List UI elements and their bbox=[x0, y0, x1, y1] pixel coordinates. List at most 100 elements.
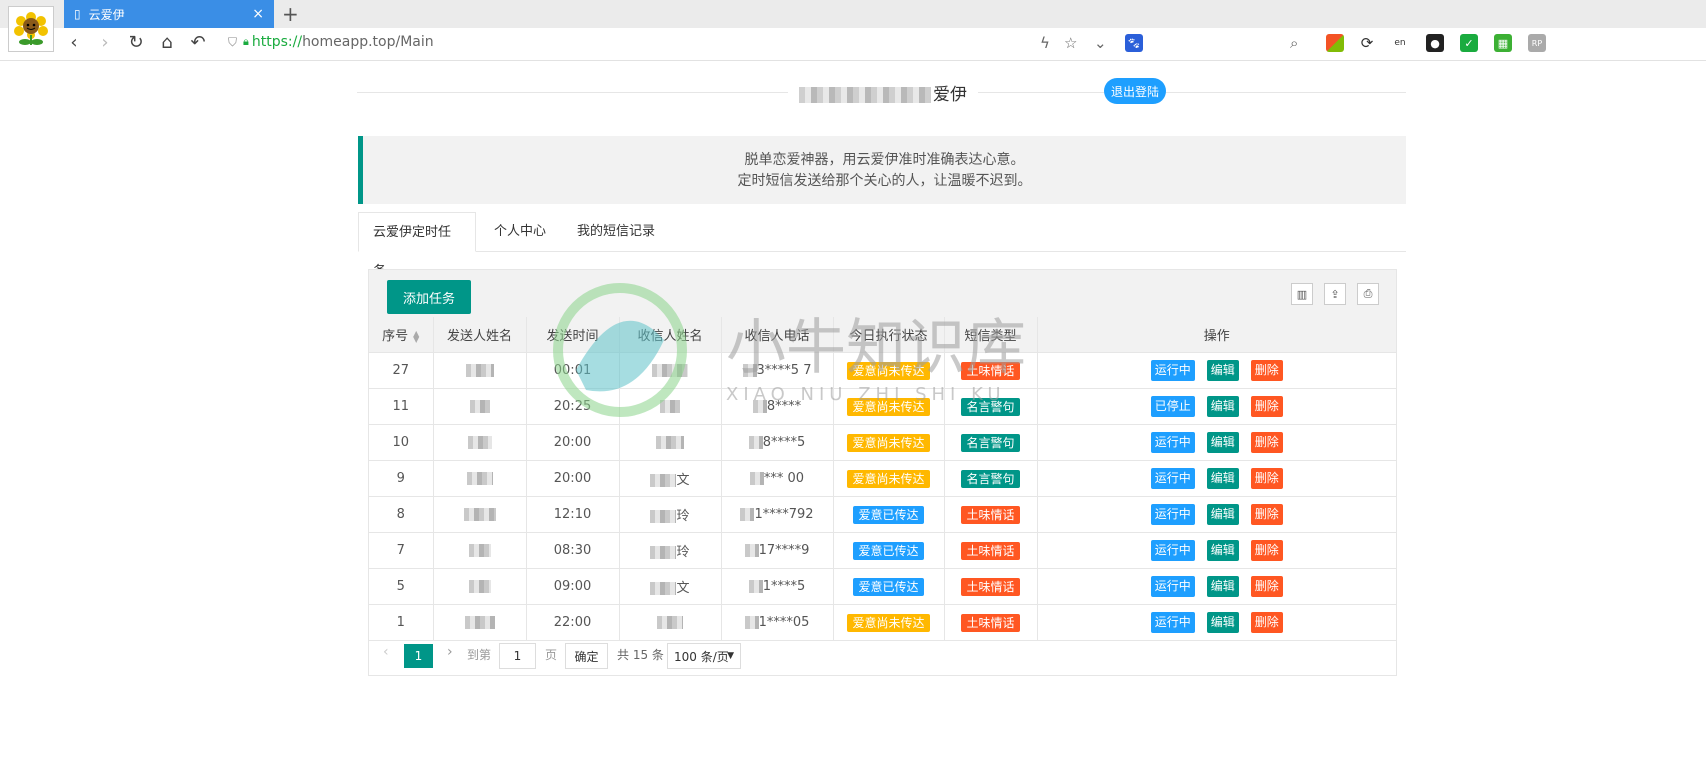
delete-button[interactable]: 删除 bbox=[1250, 612, 1283, 633]
redacted-recipient bbox=[652, 364, 688, 377]
sort-icon[interactable]: ▲ ▼ bbox=[413, 329, 419, 343]
close-tab-icon[interactable]: × bbox=[252, 6, 264, 22]
phone-visible: 17****9 bbox=[758, 543, 810, 558]
sync-icon[interactable]: ⟳ bbox=[1358, 34, 1376, 52]
run-status-button[interactable]: 已停止 bbox=[1150, 396, 1195, 417]
document-icon: ▯ bbox=[74, 7, 81, 21]
cell-sms-type: 土味情话 bbox=[943, 496, 1038, 533]
delete-button[interactable]: 删除 bbox=[1250, 504, 1283, 525]
col-header-sender: 发送人姓名 bbox=[432, 317, 527, 353]
cell-phone: 8****5 bbox=[720, 424, 834, 461]
lightning-icon[interactable]: ϟ bbox=[1040, 34, 1050, 52]
cell-recipient: 玲 bbox=[618, 532, 722, 569]
sms-type-badge: 土味情话 bbox=[961, 613, 1020, 632]
cell-actions: 运行中 编辑 删除 bbox=[1036, 532, 1396, 569]
confirm-page-button[interactable]: 确定 bbox=[565, 643, 608, 669]
cell-recipient: 玲 bbox=[618, 496, 722, 533]
delete-button[interactable]: 删除 bbox=[1250, 432, 1283, 453]
table-row: 10 20:00 8****5 爱意尚未传达 名言警句 运行中 编辑 删除 bbox=[369, 424, 1396, 461]
edit-button[interactable]: 编辑 bbox=[1206, 360, 1239, 381]
redacted-sender bbox=[466, 472, 493, 485]
print-icon[interactable]: ⎙ bbox=[1357, 283, 1379, 305]
phone-visible: 8****5 bbox=[762, 435, 806, 450]
cell-id: 5 bbox=[369, 568, 434, 605]
home-icon[interactable]: ⌂ bbox=[155, 32, 179, 53]
cell-sender bbox=[432, 388, 527, 425]
page-number-input[interactable]: 1 bbox=[499, 643, 536, 669]
page-unit-label: 页 bbox=[545, 648, 558, 662]
logout-button[interactable]: 退出登陆 bbox=[1104, 78, 1166, 104]
edit-button[interactable]: 编辑 bbox=[1206, 468, 1239, 489]
edit-button[interactable]: 编辑 bbox=[1206, 432, 1239, 453]
cell-sms-type: 土味情话 bbox=[943, 352, 1038, 389]
edit-button[interactable]: 编辑 bbox=[1206, 576, 1239, 597]
back-icon[interactable]: ‹ bbox=[62, 32, 86, 53]
edit-button[interactable]: 编辑 bbox=[1206, 504, 1239, 525]
qrcode-icon[interactable]: ▦ bbox=[1494, 34, 1512, 52]
cell-sender bbox=[432, 568, 527, 605]
phone-visible: 8**** bbox=[766, 399, 802, 414]
col-header-recipient: 收信人姓名 bbox=[618, 317, 722, 353]
shield-check-icon[interactable]: ✓ bbox=[1460, 34, 1478, 52]
page-size-select[interactable]: 100 条/页 ▼ bbox=[667, 643, 741, 669]
run-status-button[interactable]: 运行中 bbox=[1150, 576, 1195, 597]
search-icon[interactable]: ⌕ bbox=[1290, 34, 1298, 52]
undo-close-icon[interactable]: ↶ bbox=[186, 32, 210, 53]
status-badge: 爱意尚未传达 bbox=[847, 361, 930, 380]
cell-phone: 17****9 bbox=[720, 532, 834, 569]
run-status-button[interactable]: 运行中 bbox=[1150, 468, 1195, 489]
delete-button[interactable]: 删除 bbox=[1250, 396, 1283, 417]
cell-actions: 运行中 编辑 删除 bbox=[1036, 424, 1396, 461]
windows-tiles-icon[interactable] bbox=[1326, 34, 1344, 52]
chevron-down-icon[interactable]: ⌄ bbox=[1094, 34, 1107, 52]
run-status-button[interactable]: 运行中 bbox=[1150, 432, 1195, 453]
cell-id: 11 bbox=[369, 388, 434, 425]
status-badge: 爱意尚未传达 bbox=[847, 613, 930, 632]
tab-sms-records[interactable]: 我的短信记录 bbox=[563, 212, 669, 251]
edit-button[interactable]: 编辑 bbox=[1206, 612, 1239, 633]
next-page-icon[interactable]: › bbox=[447, 644, 453, 660]
export-icon[interactable]: ⇪ bbox=[1324, 283, 1346, 305]
delete-button[interactable]: 删除 bbox=[1250, 468, 1283, 489]
paw-icon[interactable]: 🐾︎ bbox=[1125, 34, 1143, 52]
run-status-button[interactable]: 运行中 bbox=[1150, 540, 1195, 561]
cell-time: 22:00 bbox=[525, 604, 620, 641]
delete-button[interactable]: 删除 bbox=[1250, 576, 1283, 597]
run-status-button[interactable]: 运行中 bbox=[1150, 360, 1195, 381]
columns-filter-icon[interactable]: ▥ bbox=[1291, 283, 1313, 305]
translate-icon[interactable]: en bbox=[1391, 34, 1409, 52]
phone-visible: *** 00 bbox=[763, 471, 805, 486]
table-row: 11 20:25 8**** 爱意尚未传达 名言警句 已停止 编辑 删除 bbox=[369, 388, 1396, 425]
browser-tab-active[interactable]: ▯ 云爱伊 × bbox=[64, 0, 274, 28]
rp-icon[interactable]: RP bbox=[1528, 34, 1546, 52]
edit-button[interactable]: 编辑 bbox=[1206, 540, 1239, 561]
page-current[interactable]: 1 bbox=[404, 644, 433, 668]
star-icon[interactable]: ☆ bbox=[1064, 34, 1077, 52]
tab-scheduled-tasks[interactable]: 云爱伊定时任务 bbox=[358, 212, 476, 279]
delete-button[interactable]: 删除 bbox=[1250, 540, 1283, 561]
redacted-sender bbox=[468, 580, 491, 593]
reload-icon[interactable]: ↻ bbox=[124, 32, 148, 53]
delete-button[interactable]: 删除 bbox=[1250, 360, 1283, 381]
cell-status: 爱意尚未传达 bbox=[832, 604, 945, 641]
edit-button[interactable]: 编辑 bbox=[1206, 396, 1239, 417]
sunflower-avatar-icon[interactable] bbox=[8, 6, 54, 52]
ghost-icon[interactable]: ● bbox=[1426, 34, 1444, 52]
forward-icon[interactable]: › bbox=[93, 32, 117, 53]
run-status-button[interactable]: 运行中 bbox=[1150, 612, 1195, 633]
tab-personal-center[interactable]: 个人中心 bbox=[480, 212, 560, 251]
redacted-sender bbox=[464, 616, 495, 629]
recipient-visible-char: 玲 bbox=[676, 545, 690, 560]
col-header-actions: 操作 bbox=[1036, 317, 1396, 353]
run-status-button[interactable]: 运行中 bbox=[1150, 504, 1195, 525]
col-header-id[interactable]: 序号 ▲ ▼ bbox=[369, 317, 434, 353]
shield-icon: ⛉ bbox=[228, 34, 238, 49]
url-path: homeapp.top/Main bbox=[302, 34, 434, 50]
add-task-button[interactable]: 添加任务 bbox=[387, 280, 471, 314]
prev-page-icon[interactable]: ‹ bbox=[383, 644, 389, 660]
redacted-recipient bbox=[657, 616, 683, 629]
new-tab-icon[interactable]: + bbox=[282, 2, 299, 26]
cell-id: 7 bbox=[369, 532, 434, 569]
url-field[interactable]: ⛉ 🔒︎ https://homeapp.top/Main bbox=[228, 34, 434, 50]
cell-id: 9 bbox=[369, 460, 434, 497]
